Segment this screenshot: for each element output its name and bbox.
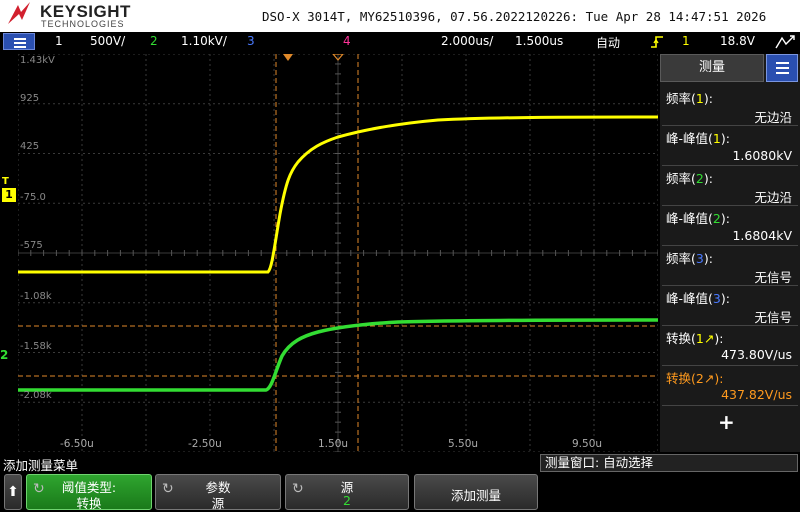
y-tick-label: 425 <box>20 141 40 152</box>
trigger-source[interactable]: 1 <box>682 34 690 48</box>
back-up-icon[interactable]: ⬆ <box>4 474 22 510</box>
x-tick-label: 9.50u <box>572 438 603 450</box>
ch3-number[interactable]: 3 <box>247 34 255 48</box>
ch1-ground-marker[interactable]: 1 <box>2 188 16 202</box>
meas-value-slew-2: 437.82V/us <box>721 387 792 402</box>
meas-label-pp-3: 峰-峰值(3): <box>666 291 730 306</box>
y-tick-label: -75.0 <box>20 192 46 203</box>
meas-value-pp-2: 1.6804kV <box>732 228 792 243</box>
meas-label-freq-3: 频率(3): <box>666 251 713 266</box>
instrument-title: DSO-X 3014T, MY62510396, 07.56.202212022… <box>262 9 767 24</box>
x-tick-label: -6.50u <box>60 438 94 450</box>
y-tick-label: 1.43kV <box>20 55 55 66</box>
y-tick-label: -2.08k <box>20 390 52 401</box>
source-softkey[interactable]: ↻ 源 2 <box>285 474 409 510</box>
brand-subtitle: TECHNOLOGIES <box>41 19 125 29</box>
meas-value-freq-2: 无边沿 <box>754 190 792 205</box>
meas-label-slew-1: 转换(1↗): <box>666 331 724 346</box>
meas-label-pp-2: 峰-峰值(2): <box>666 211 730 226</box>
measurement-window-selector[interactable]: 测量窗口: 自动选择 <box>540 454 798 472</box>
meas-value-freq-3: 无信号 <box>754 270 792 285</box>
add-measurement-plus-icon[interactable]: + <box>718 410 735 434</box>
add-measurement-softkey[interactable]: 添加测量 <box>414 474 538 510</box>
main-menu-button[interactable] <box>3 33 35 50</box>
ch1-number[interactable]: 1 <box>55 34 63 48</box>
trigger-mode[interactable]: 自动 <box>596 34 620 51</box>
x-tick-label: -2.50u <box>188 438 222 450</box>
timebase-scale[interactable]: 2.000us/ <box>441 34 493 48</box>
y-tick-label: -575 <box>20 240 43 251</box>
meas-label-pp-1: 峰-峰值(1): <box>666 131 730 146</box>
meas-label-slew-2: 转换(2↗): <box>666 371 724 386</box>
channel-bar: 1 500V/ 2 1.10kV/ 3 4 2.000us/ 1.500us 自… <box>0 32 800 52</box>
y-tick-label: -1.58k <box>20 341 52 352</box>
ch2-ground-marker[interactable]: 2 <box>0 348 8 362</box>
meas-value-slew-1: 473.80V/us <box>721 347 792 362</box>
time-delay[interactable]: 1.500us <box>515 34 563 48</box>
keysight-logo-icon <box>8 2 30 24</box>
touch-gesture-icon[interactable] <box>774 34 796 50</box>
ch4-number[interactable]: 4 <box>343 34 351 48</box>
meas-value-freq-1: 无边沿 <box>754 110 792 125</box>
header-bar: KEYSIGHT TECHNOLOGIES DSO-X 3014T, MY625… <box>0 0 800 32</box>
rising-edge-icon <box>651 36 663 48</box>
meas-value-pp-1: 1.6080kV <box>732 148 792 163</box>
threshold-type-softkey[interactable]: ↻ 阈值类型: 转换 <box>26 474 152 511</box>
waveform-display[interactable] <box>18 54 658 452</box>
softkey-menu-title: 添加测量菜单 <box>3 458 79 473</box>
y-tick-label: -1.08k <box>20 291 52 302</box>
trigger-level[interactable]: 18.8V <box>720 34 755 48</box>
ch2-number[interactable]: 2 <box>150 34 158 48</box>
trigger-level-marker[interactable]: T <box>2 176 9 187</box>
ch1-scale[interactable]: 500V/ <box>90 34 125 48</box>
meas-label-freq-2: 频率(2): <box>666 171 713 186</box>
x-tick-label: 1.50u <box>318 438 349 450</box>
ch2-scale[interactable]: 1.10kV/ <box>181 34 227 48</box>
y-tick-label: 925 <box>20 93 40 104</box>
meas-value-pp-3: 无信号 <box>754 310 792 325</box>
meas-label-freq-1: 频率(1): <box>666 91 713 106</box>
parameter-source-softkey[interactable]: ↻ 参数 源 <box>155 474 281 511</box>
panel-title-tab[interactable]: 测量 <box>660 54 764 82</box>
x-tick-label: 5.50u <box>448 438 479 450</box>
panel-menu-icon[interactable] <box>766 54 798 82</box>
